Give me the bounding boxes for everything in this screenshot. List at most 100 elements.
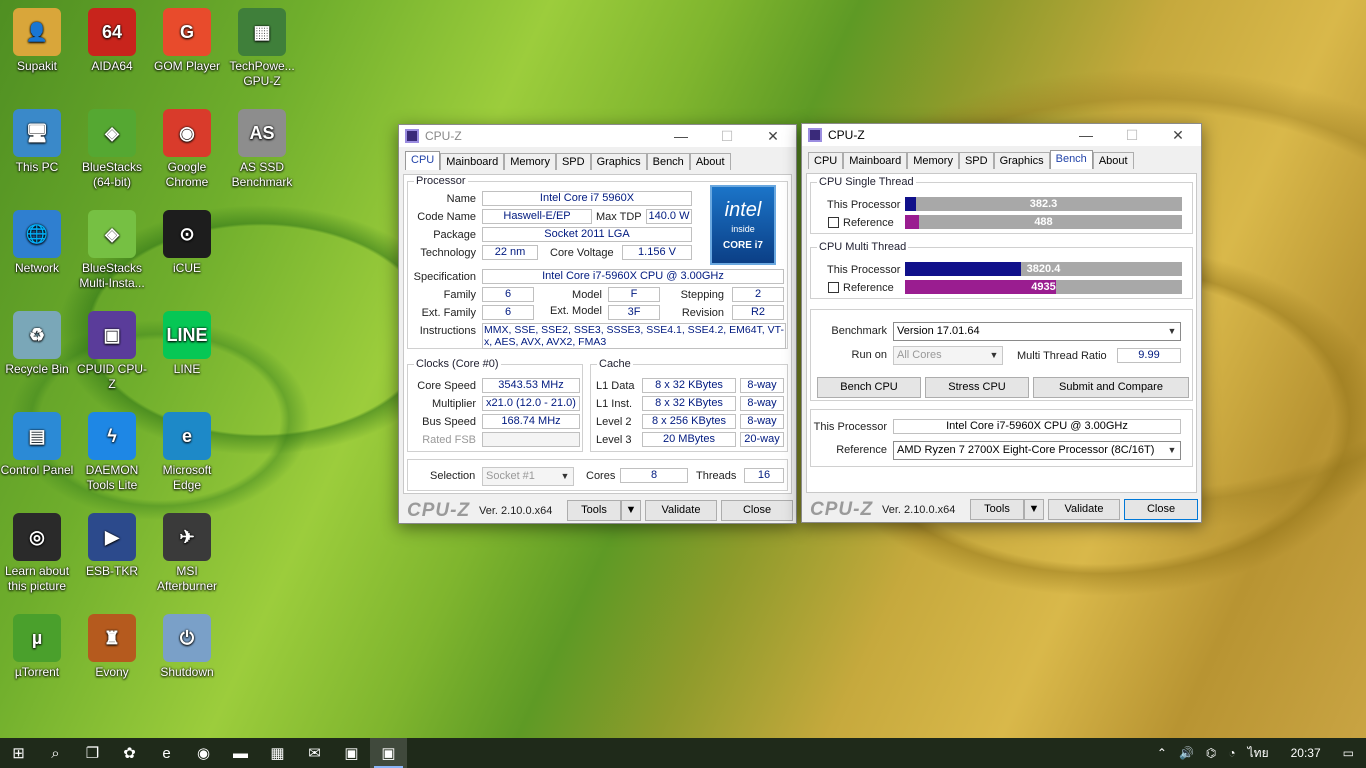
maximize-button[interactable]: ☐ <box>704 125 750 147</box>
tab-spd[interactable]: SPD <box>958 152 994 169</box>
bench-cpu-button[interactable]: Bench CPU <box>817 377 921 398</box>
multiplier-value: x21.0 (12.0 - 21.0) <box>482 396 580 411</box>
close-button[interactable]: Close <box>1124 499 1198 520</box>
desktop-icon-label: Evony <box>95 665 129 679</box>
chrome-icon[interactable]: ◉ <box>185 738 222 768</box>
extmodel-label: Ext. Model <box>550 305 602 317</box>
family-label: Family <box>443 289 476 301</box>
threads-label: Threads <box>696 470 737 482</box>
desktop-icon-evony[interactable]: ♜ Evony <box>75 614 149 680</box>
extfamily-label: Ext. Family <box>421 307 476 319</box>
tab-cpu[interactable]: CPU <box>808 152 844 169</box>
language-indicator[interactable]: ไทย <box>1248 744 1269 763</box>
multi-this-label: This Processor <box>827 264 901 276</box>
tab-graphics[interactable]: Graphics <box>590 153 647 170</box>
titlebar[interactable]: CPU-Z — ☐ ✕ <box>802 124 1201 146</box>
store-icon[interactable]: ▦ <box>259 738 296 768</box>
edge-icon[interactable]: e <box>148 738 185 768</box>
tab-spd[interactable]: SPD <box>555 153 591 170</box>
minimize-button[interactable]: — <box>1063 124 1109 146</box>
tab-bench[interactable]: Bench <box>1049 150 1093 169</box>
desktop-icon-aida64[interactable]: 64 AIDA64 <box>75 8 149 74</box>
search-icon[interactable]: ⌕ <box>37 738 74 768</box>
cpuz-taskbar-icon[interactable]: ▣ <box>370 738 407 768</box>
cpuz-window-bench: CPU-Z — ☐ ✕ CPU Mainboard Memory SPD Gra… <box>801 123 1202 523</box>
titlebar[interactable]: CPU-Z — ☐ ✕ <box>399 125 796 147</box>
desktop-icon-bluestacks-64-bit[interactable]: ◈ BlueStacks (64-bit) <box>75 109 149 190</box>
socket-select[interactable]: Socket #1 ▼ <box>482 467 574 486</box>
tools-button[interactable]: Tools <box>970 499 1024 520</box>
desktop-icon-label: Shutdown <box>160 665 214 679</box>
desktop-icon-techpowe-gpu-z[interactable]: ▦ TechPowe... GPU-Z <box>225 8 299 89</box>
desktop-icon-microsoft-edge[interactable]: e Microsoft Edge <box>150 412 224 493</box>
single-this-bar: 382.3 <box>905 197 1182 211</box>
task-view-icon[interactable]: ❐ <box>74 738 111 768</box>
start-button[interactable]: ⊞ <box>0 738 37 768</box>
desktop-icon-gom-player[interactable]: G GOM Player <box>150 8 224 74</box>
app-icon: 👤 <box>13 8 61 56</box>
mail-icon[interactable]: ✉ <box>296 738 333 768</box>
app-icon: ϟ <box>88 412 136 460</box>
desktop-icon-msi-afterburner[interactable]: ✈ MSI Afterburner <box>150 513 224 594</box>
desktop-icon-esb-tkr[interactable]: ▶ ESB-TKR <box>75 513 149 579</box>
tab-about[interactable]: About <box>1092 152 1134 169</box>
single-reference-checkbox[interactable] <box>828 217 839 228</box>
desktop-icon--torrent[interactable]: µ µTorrent <box>0 614 74 680</box>
minimize-button[interactable]: — <box>658 125 704 147</box>
chevron-up-icon[interactable]: ⌃ <box>1157 746 1167 760</box>
tab-about[interactable]: About <box>689 153 731 170</box>
reference-processor-select[interactable]: AMD Ryzen 7 2700X Eight-Core Processor (… <box>893 441 1181 460</box>
tab-memory[interactable]: Memory <box>504 153 556 170</box>
tab-mainboard[interactable]: Mainboard <box>843 152 908 169</box>
tab-bench[interactable]: Bench <box>646 153 690 170</box>
system-tray: ⌃ 🔊 ⌬ ◔ ไทย 20:37 ▭ <box>1151 738 1366 768</box>
clocks-legend: Clocks (Core #0) <box>416 358 499 370</box>
app-icon: ⊙ <box>163 210 211 258</box>
tab-mainboard[interactable]: Mainboard <box>440 153 505 170</box>
desktop-icon-learn-about-this-picture[interactable]: ◎ Learn about this picture <box>0 513 74 594</box>
tab-memory[interactable]: Memory <box>907 152 959 169</box>
tab-cpu[interactable]: CPU <box>405 151 441 170</box>
close-button[interactable]: Close <box>721 500 793 521</box>
maximize-button[interactable]: ☐ <box>1109 124 1155 146</box>
desktop-icon-as-ssd-benchmark[interactable]: AS AS SSD Benchmark <box>225 109 299 190</box>
desktop-icon-shutdown[interactable]: ⏻ Shutdown <box>150 614 224 680</box>
chevron-down-icon: ▼ <box>560 471 570 481</box>
app-icon[interactable]: ▣ <box>333 738 370 768</box>
desktop-icon-supakit[interactable]: 👤 Supakit <box>0 8 74 74</box>
close-window-button[interactable]: ✕ <box>1155 124 1201 146</box>
desktop-icon-bluestacks-multi-insta[interactable]: ◈ BlueStacks Multi-Insta... <box>75 210 149 291</box>
desktop-icon-network[interactable]: 🌐 Network <box>0 210 74 276</box>
tools-dropdown-arrow-icon[interactable]: ▼ <box>621 500 641 521</box>
bottom-bar: CPU-Z Ver. 2.10.0.x64 Tools ▼ Validate C… <box>399 497 796 523</box>
desktop-icon-cpuid-cpu-z[interactable]: ▣ CPUID CPU-Z <box>75 311 149 392</box>
tools-dropdown-arrow-icon[interactable]: ▼ <box>1024 499 1044 520</box>
benchmark-version-select[interactable]: Version 17.01.64 ▼ <box>893 322 1181 341</box>
desktop-icon-this-pc[interactable]: 🖥 This PC <box>0 109 74 175</box>
desktop-icon-daemon-tools-lite[interactable]: ϟ DAEMON Tools Lite <box>75 412 149 493</box>
desktop-icon-recycle-bin[interactable]: ♻ Recycle Bin <box>0 311 74 377</box>
tab-graphics[interactable]: Graphics <box>993 152 1050 169</box>
validate-button[interactable]: Validate <box>645 500 717 521</box>
wifi-icon[interactable]: ◔ <box>1228 746 1235 760</box>
runon-select[interactable]: All Cores ▼ <box>893 346 1003 365</box>
taskbar: ⊞ ⌕ ❐ ✿ e ◉ ▬ ▦ ✉ ▣ ▣ ⌃ 🔊 ⌬ ◔ ไทย 20:37 ▭ <box>0 738 1366 768</box>
tools-button[interactable]: Tools <box>567 500 621 521</box>
validate-button[interactable]: Validate <box>1048 499 1120 520</box>
copilot-icon[interactable]: ✿ <box>111 738 148 768</box>
multi-ref-bar: 4935 <box>905 280 1182 294</box>
desktop-icon-control-panel[interactable]: ▤ Control Panel <box>0 412 74 478</box>
submit-compare-button[interactable]: Submit and Compare <box>1033 377 1189 398</box>
clock[interactable]: 20:37 <box>1291 746 1321 760</box>
multi-reference-checkbox[interactable] <box>828 282 839 293</box>
desktop-icon-line[interactable]: LINE LINE <box>150 311 224 377</box>
volume-icon[interactable]: 🔊 <box>1179 746 1194 760</box>
network-icon[interactable]: ⌬ <box>1206 746 1216 760</box>
notification-icon[interactable]: ▭ <box>1343 746 1354 760</box>
desktop-icon-google-chrome[interactable]: ◉ Google Chrome <box>150 109 224 190</box>
stress-cpu-button[interactable]: Stress CPU <box>925 377 1029 398</box>
close-window-button[interactable]: ✕ <box>750 125 796 147</box>
desktop-icon-label: Network <box>14 261 59 275</box>
file-explorer-icon[interactable]: ▬ <box>222 738 259 768</box>
desktop-icon-icue[interactable]: ⊙ iCUE <box>150 210 224 276</box>
